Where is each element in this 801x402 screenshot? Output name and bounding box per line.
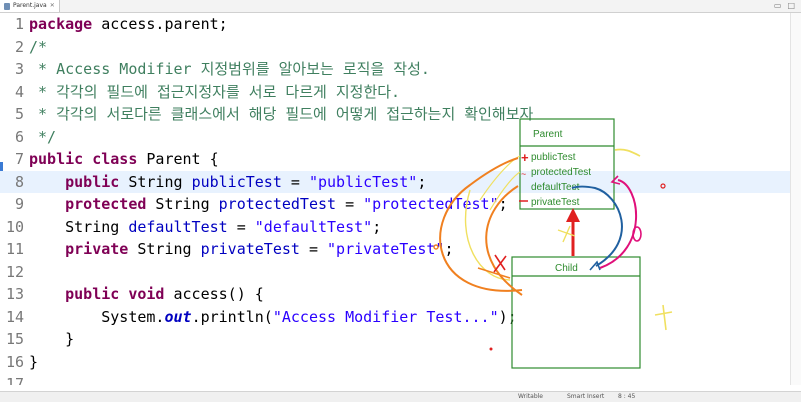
orange-dot <box>433 244 439 250</box>
uml-annotation-overlay: Parent publicTest protectedTest defaultT… <box>433 118 673 369</box>
status-insert-mode: Smart Insert <box>567 393 605 400</box>
yellow-annotation-curve <box>489 171 521 211</box>
status-cursor-position: 8 : 45 <box>618 393 636 400</box>
protected-hash-marker: ~ <box>521 169 526 179</box>
red-small-circle <box>660 183 666 189</box>
blue-arrow-head <box>589 260 601 271</box>
status-bar: Writable Smart Insert 8 : 45 <box>0 391 801 402</box>
red-dot <box>489 347 493 351</box>
parent-field-private: privateTest <box>531 197 580 208</box>
orange-access-arrow <box>485 185 523 296</box>
parent-field-public: publicTest <box>531 152 576 163</box>
public-plus-marker: + <box>521 150 529 165</box>
red-x-mark <box>493 254 507 273</box>
parent-class-title: Parent <box>533 129 563 140</box>
inheritance-arrow-head <box>566 208 580 222</box>
orange-access-arrow <box>439 157 523 292</box>
status-writable: Writable <box>518 393 543 400</box>
yellow-annotation-scribble <box>614 148 641 157</box>
child-class-title: Child <box>555 263 578 274</box>
parent-field-protected: protectedTest <box>531 167 591 178</box>
yellow-annotation-scribble <box>654 304 673 331</box>
